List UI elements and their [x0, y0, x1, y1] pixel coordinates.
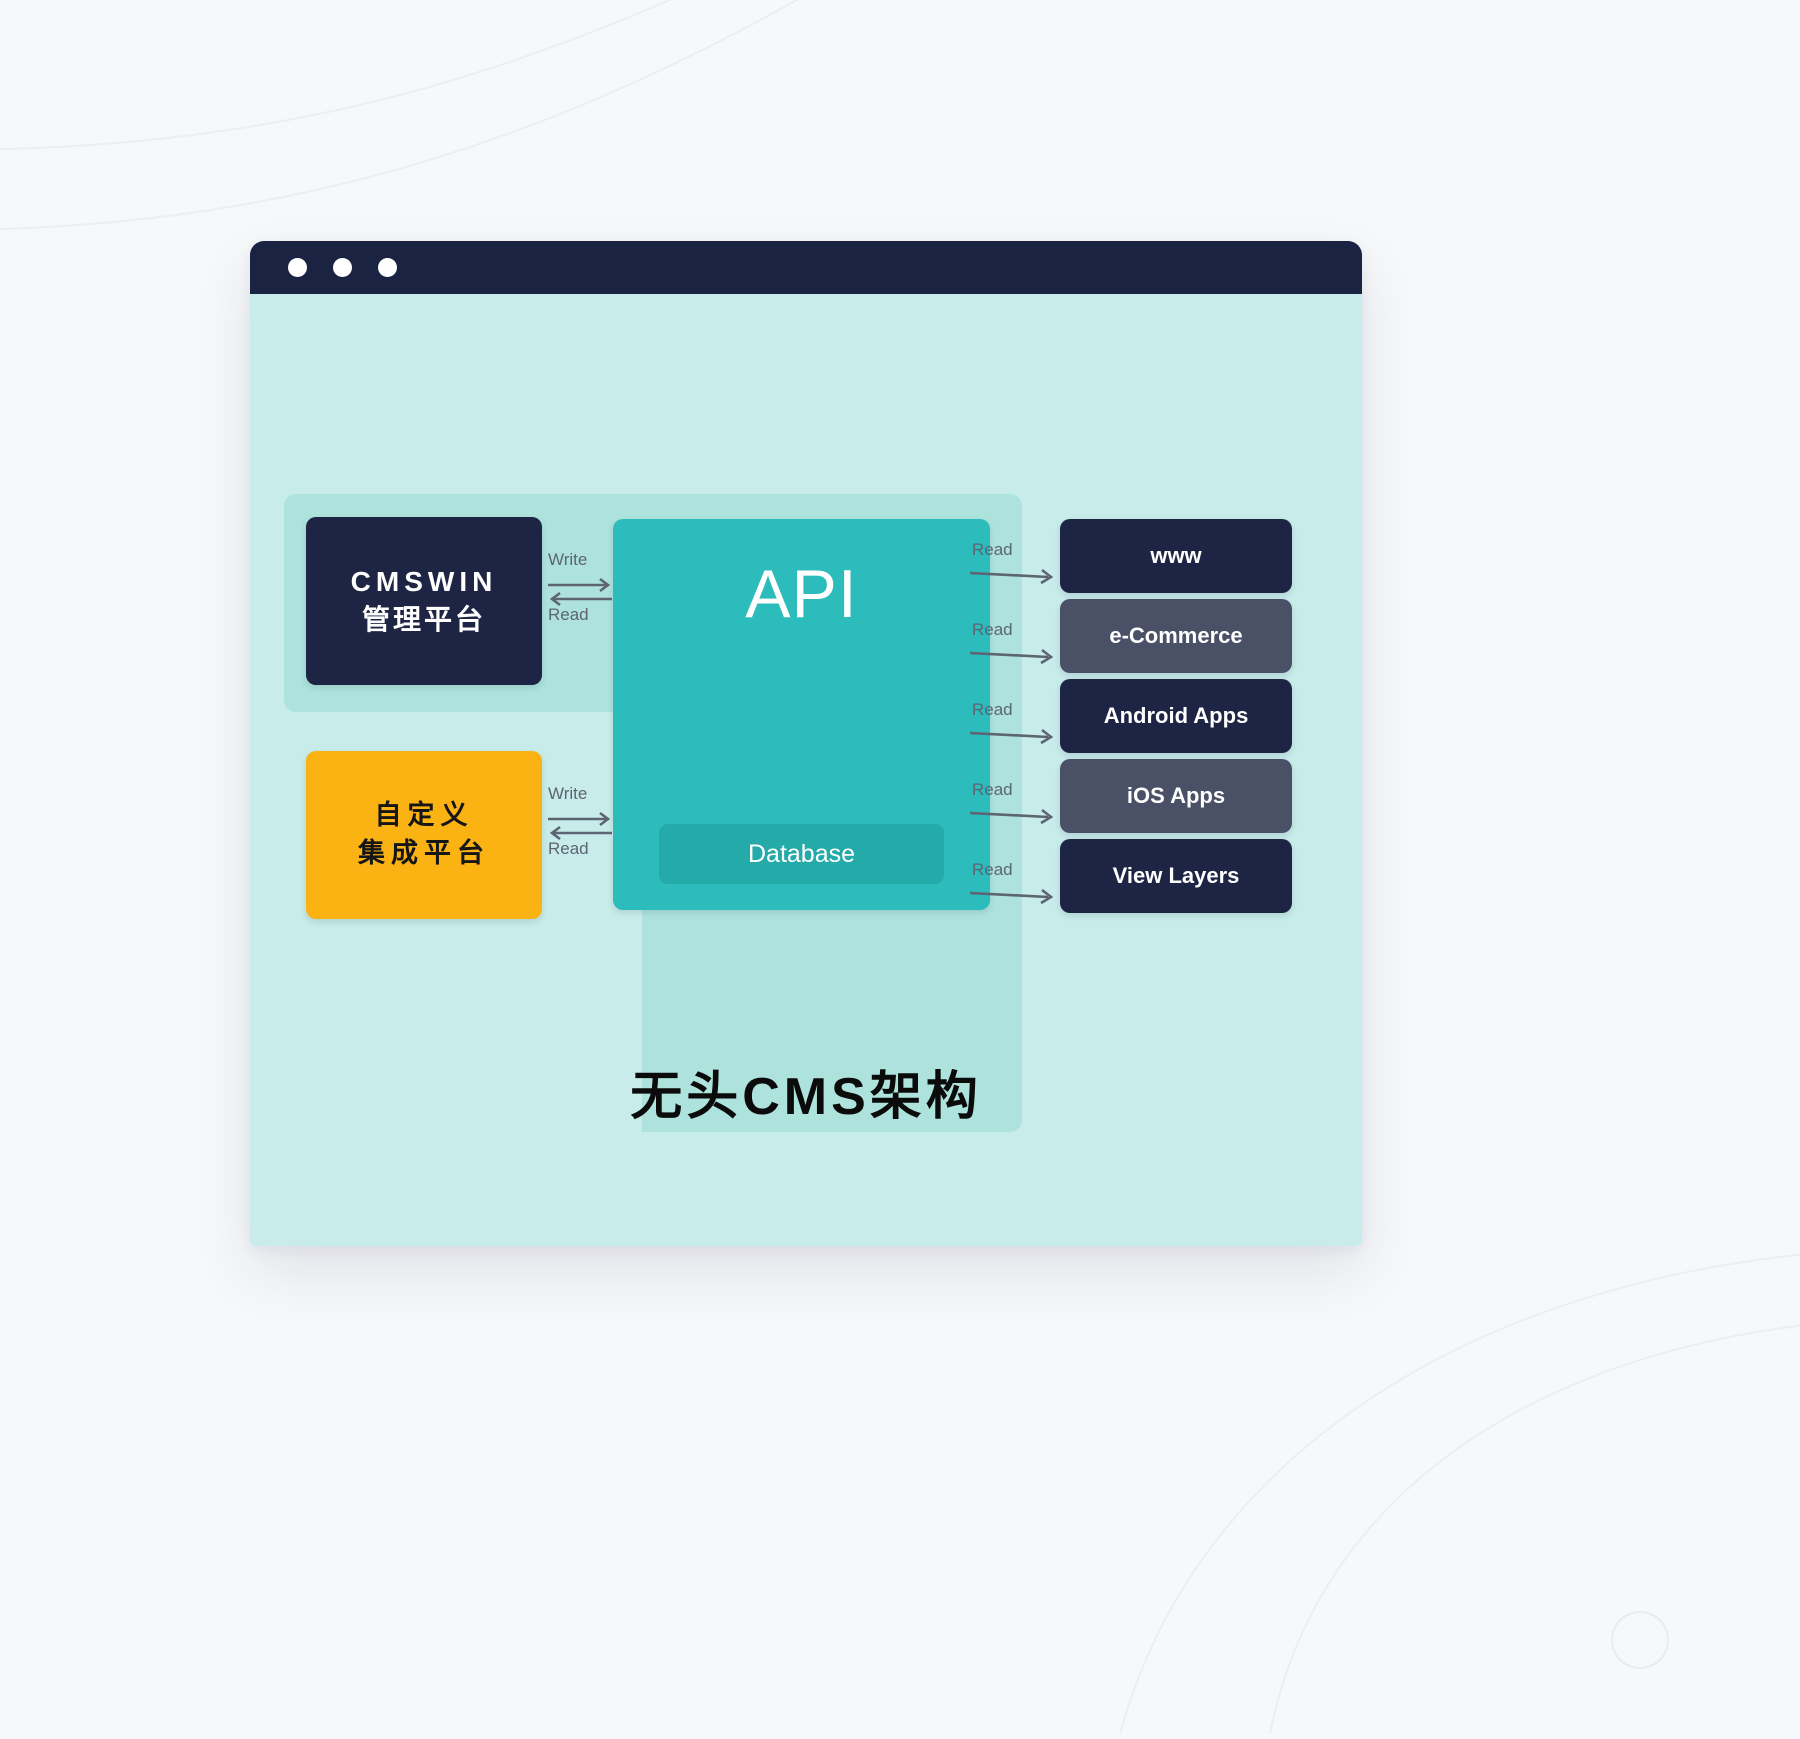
node-view-layers[interactable]: View Layers [1060, 839, 1292, 913]
node-database-label: Database [747, 839, 856, 868]
connector-cmswin-write-label: Write [548, 550, 588, 569]
node-ios-apps-label: iOS Apps [1126, 783, 1226, 808]
browser-window: CMSWIN 管理平台 自定义 集成平台 API Database www e-… [250, 241, 1362, 1246]
arrow-right-icon [969, 648, 1054, 665]
connector-api-android: Read [968, 700, 1060, 752]
connector-custom-write-label: Write [548, 784, 588, 803]
node-cmswin-line2: 管理平台 [361, 604, 486, 635]
node-cmswin-line1: CMSWIN [350, 566, 498, 598]
node-www[interactable]: www [1060, 519, 1292, 593]
connector-api-ios: Read [968, 780, 1060, 832]
connector-api-ecommerce: Read [968, 620, 1060, 672]
connector-api-android-label: Read [972, 700, 1013, 719]
arrow-right-icon [969, 888, 1054, 905]
connector-api-ios-label: Read [972, 780, 1013, 799]
node-api-title: API [745, 556, 858, 632]
connector-api-viewlayers-label: Read [972, 860, 1013, 879]
node-ecommerce-label: e-Commerce [1109, 623, 1243, 648]
node-custom-line1: 自定义 [374, 800, 474, 831]
arrow-right-icon [969, 568, 1054, 585]
connector-api-www-label: Read [972, 540, 1013, 559]
connector-api-viewlayers: Read [968, 860, 1060, 912]
node-custom-line2: 集成平台 [358, 838, 490, 868]
arrow-right-icon [969, 808, 1054, 825]
connector-custom-api: Write Read [546, 784, 614, 884]
node-view-layers-label: View Layers [1112, 863, 1240, 888]
window-titlebar [250, 241, 1362, 294]
maximize-dot-icon[interactable] [378, 258, 397, 277]
connector-api-www: Read [968, 540, 1060, 592]
connector-custom-read-label: Read [548, 839, 589, 858]
diagram-canvas: CMSWIN 管理平台 自定义 集成平台 API Database www e-… [250, 294, 1362, 1246]
node-api[interactable]: API Database [613, 519, 990, 910]
node-www-label: www [1150, 543, 1202, 568]
node-ecommerce[interactable]: e-Commerce [1060, 599, 1292, 673]
connector-api-ecommerce-label: Read [972, 620, 1013, 639]
connector-cmswin-read-label: Read [548, 605, 589, 624]
connector-cmswin-api: Write Read [546, 550, 614, 650]
node-android-apps-label: Android Apps [1103, 703, 1249, 728]
diagram-caption: 无头CMS架构 [630, 1068, 982, 1126]
node-cmswin[interactable]: CMSWIN 管理平台 [306, 517, 542, 685]
node-android-apps[interactable]: Android Apps [1060, 679, 1292, 753]
close-dot-icon[interactable] [288, 258, 307, 277]
node-ios-apps[interactable]: iOS Apps [1060, 759, 1292, 833]
arrow-right-icon [969, 728, 1054, 745]
node-custom-platform[interactable]: 自定义 集成平台 [306, 751, 542, 919]
minimize-dot-icon[interactable] [333, 258, 352, 277]
node-database[interactable]: Database [659, 824, 944, 884]
